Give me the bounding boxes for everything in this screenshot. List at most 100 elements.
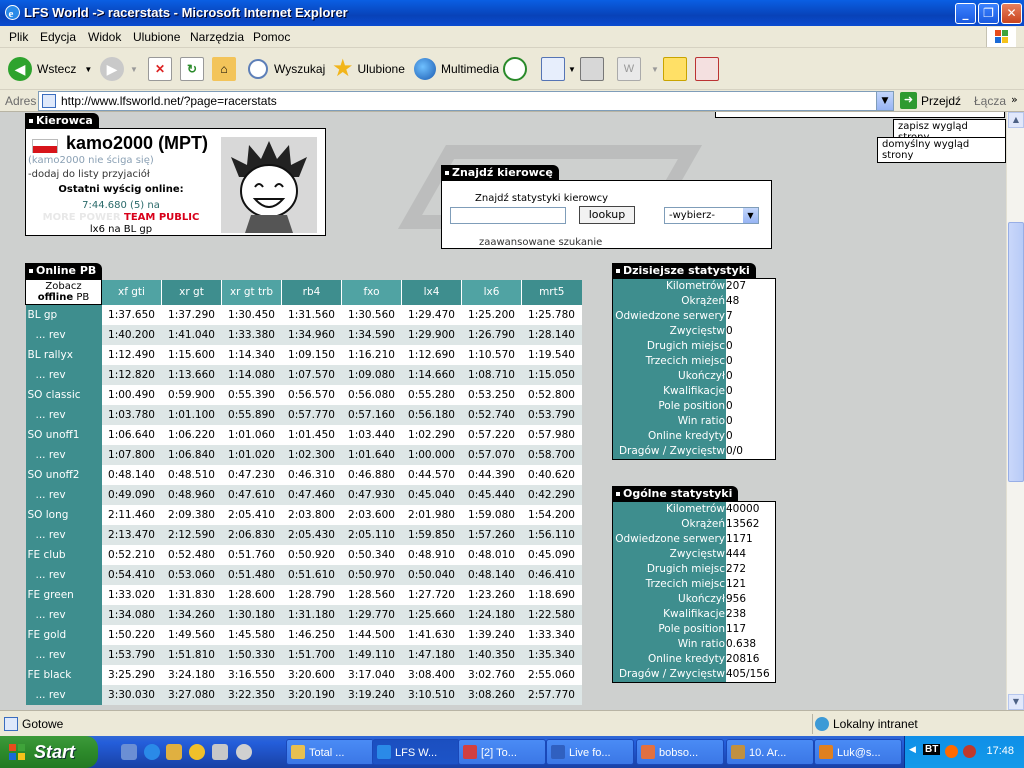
car-column-header[interactable]: lx6 xyxy=(461,279,522,305)
back-dropdown-icon[interactable]: ▼ xyxy=(84,65,92,74)
default-layout-link[interactable]: domyślny wygląd strony xyxy=(877,137,1006,163)
forward-dropdown-icon[interactable]: ▼ xyxy=(130,65,138,74)
minimize-button[interactable]: _ xyxy=(955,3,976,24)
track-name[interactable]: SO long xyxy=(25,504,102,525)
track-name[interactable]: FE black xyxy=(25,664,102,685)
scroll-down-icon[interactable]: ▼ xyxy=(1008,694,1024,710)
track-name[interactable]: ... rev xyxy=(25,604,102,625)
ie-quicklaunch-icon[interactable] xyxy=(144,744,160,760)
add-friend-link[interactable]: -dodaj do listy przyjaciół xyxy=(28,169,150,180)
poland-flag-icon xyxy=(32,139,58,153)
offline-pb-link[interactable]: Zobacz offline PB xyxy=(25,279,102,305)
messenger-button[interactable] xyxy=(695,54,719,84)
back-button[interactable]: ◀ Wstecz ▼ xyxy=(8,54,92,84)
track-name[interactable]: SO unoff1 xyxy=(25,424,102,445)
track-name[interactable]: SO unoff2 xyxy=(25,464,102,485)
media-quicklaunch-icon[interactable] xyxy=(189,744,205,760)
address-dropdown-icon[interactable]: ▼ xyxy=(876,92,893,110)
car-column-header[interactable]: mrt5 xyxy=(521,279,582,305)
track-name[interactable]: ... rev xyxy=(25,564,102,585)
forward-button[interactable]: ▶ ▼ xyxy=(100,54,138,84)
track-name[interactable]: FE gold xyxy=(25,624,102,645)
address-input[interactable]: http://www.lfsworld.net/?page=racerstats… xyxy=(38,91,894,111)
track-name[interactable]: ... rev xyxy=(25,644,102,665)
last-race-track: lx6 na BL gp xyxy=(89,224,153,235)
car-column-header[interactable]: xr gt xyxy=(161,279,222,305)
lap-time-cell: 3:27.080 xyxy=(161,684,222,705)
car-column-header[interactable]: rb4 xyxy=(281,279,342,305)
tray-app-icon[interactable] xyxy=(945,745,958,758)
driver-search-input[interactable] xyxy=(450,207,566,224)
lap-time-cell: 1:07.800 xyxy=(101,444,162,465)
advanced-search-link[interactable]: zaawansowane szukanie xyxy=(479,237,602,248)
find-driver-section-tab: Znajdź kierowcę xyxy=(441,165,559,181)
mail-dropdown-icon[interactable]: ▼ xyxy=(568,65,576,74)
taskbar-item[interactable]: Luk@s... xyxy=(814,739,902,765)
close-button[interactable]: ✕ xyxy=(1001,3,1022,24)
app-quicklaunch-icon[interactable] xyxy=(166,744,182,760)
stat-label: Ukończył xyxy=(613,369,726,384)
track-name[interactable]: ... rev xyxy=(25,404,102,425)
team-name[interactable]: MORE POWER TEAM PUBLIC xyxy=(26,212,216,223)
taskbar-item[interactable]: LFS W... xyxy=(372,739,460,765)
taskbar-item[interactable]: Live fo... xyxy=(546,739,634,765)
scroll-thumb[interactable] xyxy=(1008,222,1024,482)
track-name[interactable]: SO classic xyxy=(25,384,102,405)
track-name[interactable]: FE green xyxy=(25,584,102,605)
links-toolbar[interactable]: Łącza xyxy=(974,94,1006,108)
track-name[interactable]: ... rev xyxy=(25,324,102,345)
lookup-button[interactable]: lookup xyxy=(579,206,635,224)
menu-tools[interactable]: Narzędzia xyxy=(190,30,244,44)
edit-button[interactable]: W ▼ xyxy=(617,54,659,84)
pb-row: ... rev 1:03.780 1:01.100 0:55.890 0:57.770 0… xyxy=(25,404,582,425)
show-desktop-icon[interactable] xyxy=(121,744,137,760)
taskbar-item[interactable]: [2] To... xyxy=(458,739,546,765)
track-name[interactable]: FE club xyxy=(25,544,102,565)
track-name[interactable]: BL gp xyxy=(25,304,102,325)
tool-quicklaunch-icon[interactable] xyxy=(212,744,228,760)
maximize-button[interactable]: ❐ xyxy=(978,3,999,24)
track-name[interactable]: ... rev xyxy=(25,524,102,545)
address-url: http://www.lfsworld.net/?page=racerstats xyxy=(61,94,277,108)
menu-file[interactable]: Plik xyxy=(9,30,28,44)
lap-time-cell: 0:56.080 xyxy=(341,384,402,405)
edit-dropdown-icon[interactable]: ▼ xyxy=(651,65,659,74)
tray-app2-icon[interactable] xyxy=(963,745,976,758)
print-button[interactable] xyxy=(580,54,604,84)
start-button[interactable]: Start xyxy=(0,736,98,768)
vertical-scrollbar[interactable]: ▲ ▼ xyxy=(1006,112,1024,710)
mail-button[interactable]: ▼ xyxy=(541,54,576,84)
settings-quicklaunch-icon[interactable] xyxy=(236,744,252,760)
menu-help[interactable]: Pomoc xyxy=(253,30,290,44)
chevron-right-icon[interactable]: » xyxy=(1011,93,1018,106)
car-column-header[interactable]: lx4 xyxy=(401,279,462,305)
car-column-header[interactable]: xr gt trb xyxy=(221,279,282,305)
taskbar-item[interactable]: 10. Ar... xyxy=(726,739,814,765)
home-button[interactable]: ⌂ xyxy=(212,54,236,84)
history-button[interactable] xyxy=(503,54,527,84)
track-name[interactable]: ... rev xyxy=(25,364,102,385)
car-column-header[interactable]: fxo xyxy=(341,279,402,305)
car-column-header[interactable]: xf gti xyxy=(101,279,162,305)
chevron-left-icon[interactable]: ◀ xyxy=(909,744,916,755)
track-name[interactable]: ... rev xyxy=(25,444,102,465)
favorites-button[interactable]: ★ Ulubione xyxy=(332,54,405,84)
track-name[interactable]: ... rev xyxy=(25,484,102,505)
discuss-button[interactable] xyxy=(663,54,687,84)
menu-edit[interactable]: Edycja xyxy=(40,30,76,44)
multimedia-button[interactable]: Multimedia xyxy=(414,54,499,84)
find-select[interactable]: -wybierz- ▼ xyxy=(664,207,759,224)
refresh-button[interactable]: ↻ xyxy=(180,54,204,84)
menu-view[interactable]: Widok xyxy=(88,30,121,44)
search-button[interactable]: Wyszukaj xyxy=(248,54,325,84)
scroll-up-icon[interactable]: ▲ xyxy=(1008,112,1024,128)
taskbar-item[interactable]: Total ... xyxy=(286,739,374,765)
track-name[interactable]: ... rev xyxy=(25,684,102,705)
bt-tray-icon[interactable]: BT xyxy=(923,744,941,755)
taskbar-item[interactable]: bobso... xyxy=(636,739,724,765)
stop-button[interactable]: ✕ xyxy=(148,54,172,84)
track-name[interactable]: BL rallyx xyxy=(25,344,102,365)
menu-favorites[interactable]: Ulubione xyxy=(133,30,180,44)
go-button[interactable]: ➜ Przejdź xyxy=(900,92,961,109)
lap-time-cell: 0:57.980 xyxy=(521,424,582,445)
